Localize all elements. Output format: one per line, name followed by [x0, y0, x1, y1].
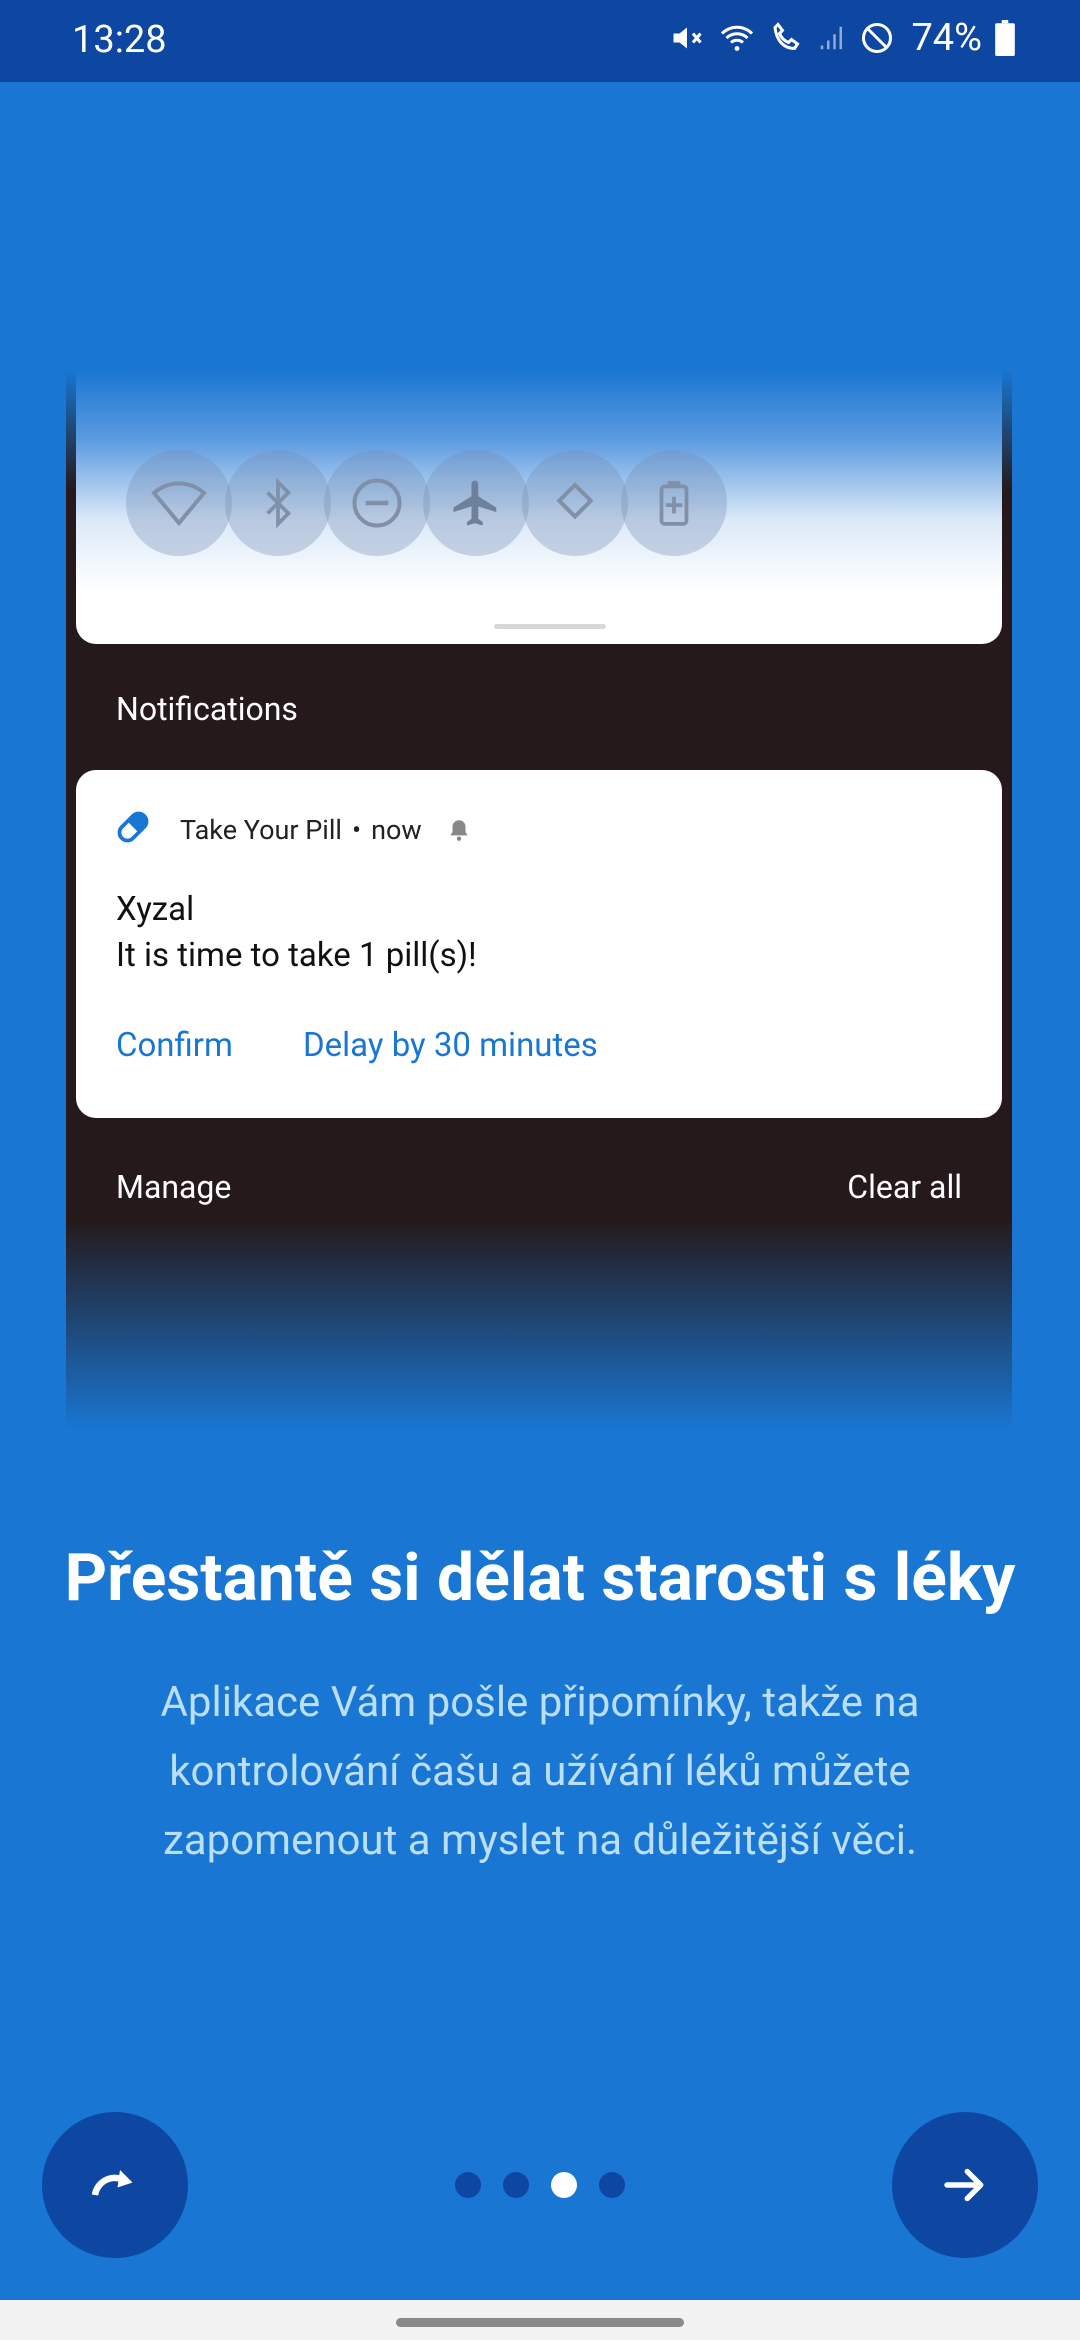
gesture-handle[interactable]: [396, 2318, 684, 2327]
page-indicator: [455, 2172, 625, 2198]
notification-separator: •: [351, 814, 362, 846]
notifications-header: Notifications: [116, 690, 298, 728]
bluetooth-icon: [225, 450, 331, 556]
next-button[interactable]: [892, 2112, 1038, 2258]
onboarding-illustration: Notifications Take Your Pill • now Xyzal…: [66, 370, 1012, 1440]
battery-saver-icon: [621, 450, 727, 556]
quick-settings-panel: [76, 370, 1002, 644]
rotate-icon: [522, 450, 628, 556]
arrow-right-icon: [944, 2168, 984, 2202]
volte-icon: [773, 22, 800, 51]
confirm-action: Confirm: [116, 1026, 233, 1065]
page-dot: [455, 2172, 481, 2198]
mute-icon: [673, 27, 703, 49]
notification-card: Take Your Pill • now Xyzal It is time to…: [76, 770, 1002, 1118]
onboarding-title: Přestantě si dělat starosti s léky: [64, 1540, 1016, 1617]
dnd-icon: [324, 450, 430, 556]
airplane-icon: [423, 450, 529, 556]
wifi-icon: [126, 450, 232, 556]
page-dot: [599, 2172, 625, 2198]
notification-time: now: [371, 814, 422, 846]
delay-action: Delay by 30 minutes: [303, 1026, 598, 1065]
block-icon: [862, 23, 893, 53]
pill-icon: [117, 811, 149, 843]
notification-app-line: Take Your Pill • now: [180, 814, 472, 846]
system-nav-bar: [0, 2300, 1080, 2340]
notification-body: It is time to take 1 pill(s)!: [116, 936, 477, 975]
alarm-bell-icon: [450, 820, 468, 841]
wifi-calling-icon: [721, 25, 754, 51]
notification-app-name: Take Your Pill: [180, 814, 342, 846]
redo-icon: [91, 2170, 133, 2196]
skip-button[interactable]: [42, 2112, 188, 2258]
signal-icon: [821, 26, 843, 50]
status-bar: 13:28 74%: [0, 0, 1080, 82]
onboarding-description: Aplikace Vám pošle připomínky, takže na …: [160, 1678, 920, 1865]
clear-all-label: Clear all: [847, 1168, 962, 1206]
page-dot: [503, 2172, 529, 2198]
panel-handle: [494, 624, 606, 629]
battery-icon: [995, 20, 1015, 56]
manage-label: Manage: [116, 1168, 232, 1206]
page-dot-active: [551, 2172, 577, 2198]
status-icons: 74%: [669, 16, 1016, 60]
notification-title: Xyzal: [116, 890, 195, 929]
battery-percent: 74%: [911, 16, 982, 60]
status-time: 13:28: [72, 18, 167, 62]
